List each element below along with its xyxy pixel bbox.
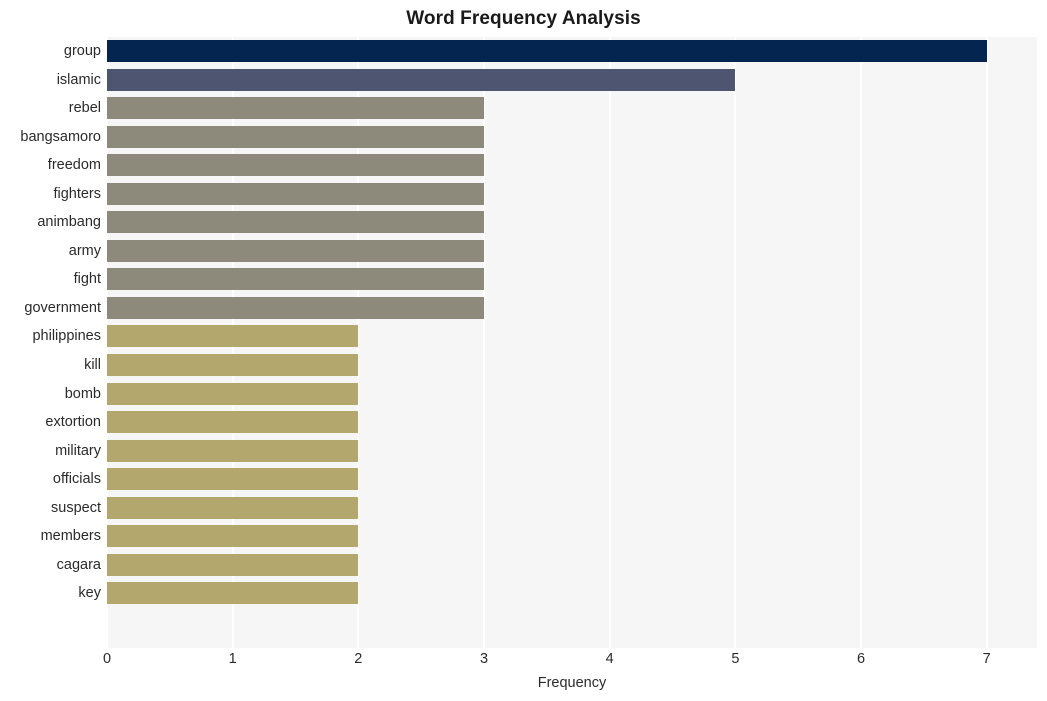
bar-extortion[interactable]	[107, 411, 359, 434]
bar-army[interactable]	[107, 239, 485, 262]
bar-row	[107, 579, 1037, 608]
y-axis-label-rebel: rebel	[0, 94, 101, 123]
y-axis-label-islamic: islamic	[0, 66, 101, 95]
y-axis-label-bangsamoro: bangsamoro	[0, 123, 101, 152]
y-axis-label-text: army	[68, 242, 101, 259]
bar-row	[107, 522, 1037, 551]
y-axis-label-fight: fight	[0, 265, 101, 294]
bar-officials[interactable]	[107, 468, 359, 491]
y-axis-label-army: army	[0, 237, 101, 266]
bar-row	[107, 551, 1037, 580]
y-axis-label-kill: kill	[0, 351, 101, 380]
bar-key[interactable]	[107, 582, 359, 605]
bar-row	[107, 294, 1037, 323]
y-axis-label-text: suspect	[51, 499, 101, 516]
x-tick-2: 2	[354, 651, 363, 667]
y-axis-label-text: rebel	[68, 100, 101, 117]
y-axis-label-suspect: suspect	[0, 494, 101, 523]
y-axis-label-group: group	[0, 37, 101, 66]
word-frequency-chart: Word Frequency Analysis group islamic rebe…	[0, 0, 1047, 701]
x-tick-6: 6	[857, 651, 866, 667]
bar-row	[107, 351, 1037, 380]
y-axis-label-members: members	[0, 522, 101, 551]
y-axis-category-labels: group islamic rebel bangsamoro freedom fighte…	[0, 37, 101, 648]
y-axis-label-cagara: cagara	[0, 551, 101, 580]
y-axis-label-animbang: animbang	[0, 208, 101, 237]
y-axis-label-philippines: philippines	[0, 322, 101, 351]
y-axis-label-text: animbang	[37, 214, 101, 231]
bar-animbang[interactable]	[107, 211, 485, 234]
y-axis-label-text: philippines	[32, 328, 101, 345]
bar-suspect[interactable]	[107, 496, 359, 519]
bar-row	[107, 237, 1037, 266]
bar-kill[interactable]	[107, 354, 359, 377]
bar-islamic[interactable]	[107, 68, 736, 91]
bar-row	[107, 465, 1037, 494]
bar-philippines[interactable]	[107, 325, 359, 348]
y-axis-label-text: cagara	[56, 556, 101, 573]
bar-row	[107, 94, 1037, 123]
y-axis-label-text: military	[55, 442, 101, 459]
x-tick-3: 3	[479, 651, 489, 667]
bar-bangsamoro[interactable]	[107, 125, 485, 148]
bar-row	[107, 265, 1037, 294]
y-axis-label-key: key	[0, 579, 101, 608]
bar-military[interactable]	[107, 439, 359, 462]
bar-government[interactable]	[107, 296, 485, 319]
y-axis-label-text: fighters	[53, 185, 101, 202]
bar-row	[107, 180, 1037, 209]
bar-row	[107, 66, 1037, 95]
y-axis-label-text: islamic	[56, 71, 101, 88]
y-axis-label-officials: officials	[0, 465, 101, 494]
y-axis-label-text: extortion	[45, 414, 101, 431]
y-axis-label-fighters: fighters	[0, 180, 101, 209]
y-axis-label-text: members	[40, 528, 101, 545]
chart-title: Word Frequency Analysis	[406, 8, 641, 29]
y-axis-label-freedom: freedom	[0, 151, 101, 180]
x-tick-7: 7	[982, 651, 991, 667]
y-axis-label-text: bomb	[64, 385, 101, 402]
y-axis-label-text: key	[78, 585, 101, 602]
bar-row	[107, 151, 1037, 180]
bar-row	[107, 437, 1037, 466]
y-axis-label-text: officials	[52, 471, 101, 488]
bar-row	[107, 37, 1037, 66]
x-axis-title: Frequency	[537, 675, 607, 691]
y-axis-label-text: bangsamoro	[20, 128, 101, 145]
x-tick-4: 4	[605, 651, 614, 667]
x-tick-0: 0	[102, 651, 112, 667]
bar-rebel[interactable]	[107, 97, 485, 120]
x-tick-5: 5	[731, 651, 740, 667]
bar-row	[107, 322, 1037, 351]
y-axis-label-text: group	[63, 43, 101, 60]
y-axis-label-text: freedom	[47, 157, 101, 174]
bar-fight[interactable]	[107, 268, 485, 291]
x-axis-tick-labels: 0 1 2 3 4 5 6 7	[103, 651, 1037, 673]
bar-row	[107, 380, 1037, 409]
y-axis-label-extortion: extortion	[0, 408, 101, 437]
y-axis-label-bomb: bomb	[0, 380, 101, 409]
bar-members[interactable]	[107, 525, 359, 548]
x-tick-1: 1	[228, 651, 237, 667]
y-axis-label-military: military	[0, 437, 101, 466]
bar-row	[107, 123, 1037, 152]
y-axis-label-text: government	[24, 299, 101, 316]
y-axis-label-government: government	[0, 294, 101, 323]
bar-freedom[interactable]	[107, 154, 485, 177]
bar-row	[107, 408, 1037, 437]
y-axis-label-text: kill	[84, 357, 101, 374]
bar-row	[107, 494, 1037, 523]
y-axis-label-text: fight	[73, 271, 101, 288]
bar-bomb[interactable]	[107, 382, 359, 405]
bars-layer	[107, 37, 1037, 648]
bar-fighters[interactable]	[107, 182, 485, 205]
bar-row	[107, 208, 1037, 237]
bar-group[interactable]	[107, 40, 987, 62]
bar-cagara[interactable]	[107, 553, 359, 576]
